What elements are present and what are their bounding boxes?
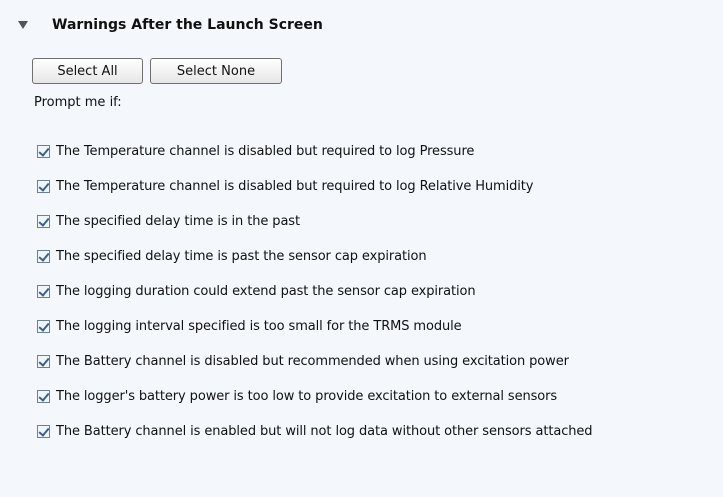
warning-item[interactable]: The specified delay time is past the sen…	[37, 239, 723, 274]
warning-label: The specified delay time is in the past	[56, 213, 300, 229]
warning-item[interactable]: The logging duration could extend past t…	[37, 274, 723, 309]
warning-label: The Battery channel is enabled but will …	[56, 423, 593, 439]
checkbox-checked-icon[interactable]	[37, 425, 50, 438]
checkbox-checked-icon[interactable]	[37, 285, 50, 298]
checkbox-checked-icon[interactable]	[37, 355, 50, 368]
checkbox-checked-icon[interactable]	[37, 145, 50, 158]
warning-label: The specified delay time is past the sen…	[56, 248, 427, 264]
warning-label: The Battery channel is disabled but reco…	[56, 353, 569, 369]
warning-item[interactable]: The specified delay time is in the past	[37, 204, 723, 239]
warning-label: The logging interval specified is too sm…	[56, 318, 462, 334]
section-header[interactable]: Warnings After the Launch Screen	[18, 13, 323, 37]
warning-item[interactable]: The Battery channel is disabled but reco…	[37, 344, 723, 379]
warning-label: The logger's battery power is too low to…	[56, 388, 558, 404]
warning-label: The Temperature channel is disabled but …	[56, 178, 534, 194]
checkbox-checked-icon[interactable]	[37, 390, 50, 403]
warning-item[interactable]: The Temperature channel is disabled but …	[37, 134, 723, 169]
checkbox-checked-icon[interactable]	[37, 320, 50, 333]
prompt-label: Prompt me if:	[34, 95, 122, 110]
warning-item[interactable]: The Temperature channel is disabled but …	[37, 169, 723, 204]
warnings-panel: Warnings After the Launch Screen Select …	[0, 0, 723, 497]
checkbox-checked-icon[interactable]	[37, 180, 50, 193]
select-none-button[interactable]: Select None	[150, 58, 282, 84]
warning-item[interactable]: The Battery channel is enabled but will …	[37, 414, 723, 449]
warning-label: The Temperature channel is disabled but …	[56, 143, 475, 159]
button-row: Select All Select None	[32, 58, 282, 84]
warning-label: The logging duration could extend past t…	[56, 283, 476, 299]
warning-list: The Temperature channel is disabled but …	[37, 134, 723, 449]
warning-item[interactable]: The logger's battery power is too low to…	[37, 379, 723, 414]
select-all-button[interactable]: Select All	[32, 58, 143, 84]
checkbox-checked-icon[interactable]	[37, 250, 50, 263]
section-title: Warnings After the Launch Screen	[52, 17, 323, 33]
warning-item[interactable]: The logging interval specified is too sm…	[37, 309, 723, 344]
checkbox-checked-icon[interactable]	[37, 215, 50, 228]
triangle-down-icon[interactable]	[18, 21, 28, 29]
